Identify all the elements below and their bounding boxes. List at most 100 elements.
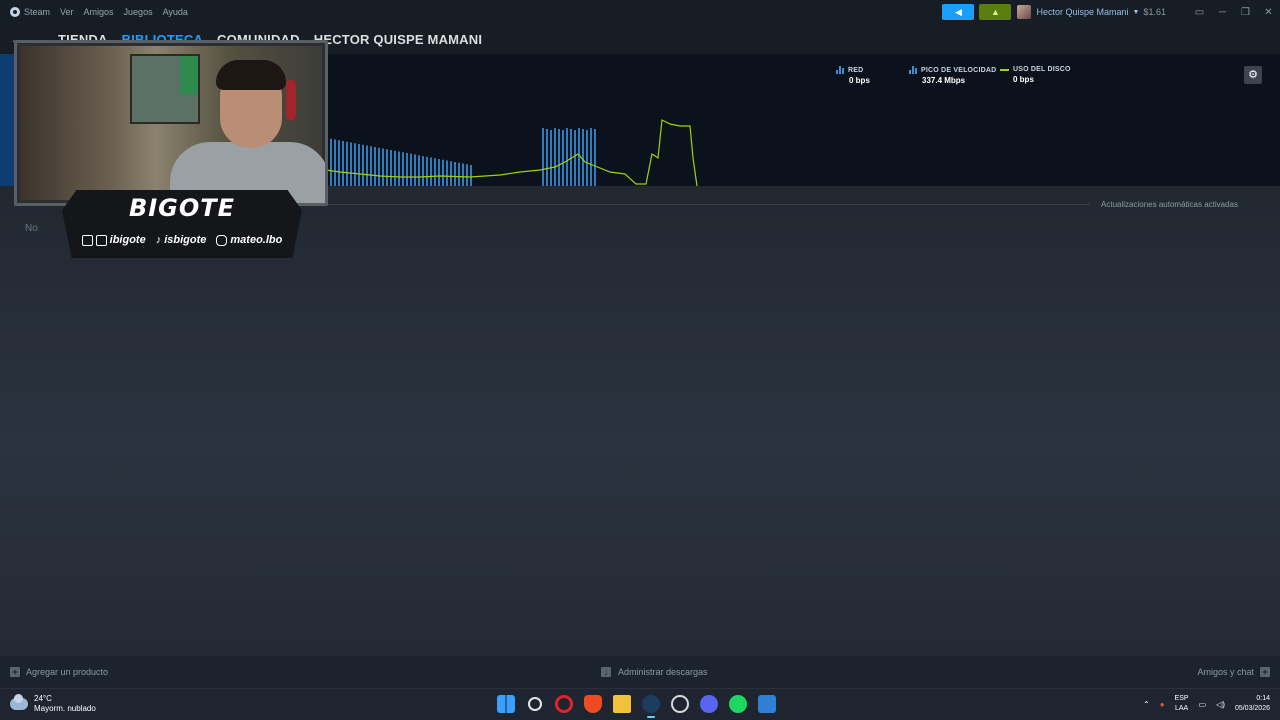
legend-red-label: RED xyxy=(848,66,864,74)
social-instagram: mateo.lbo xyxy=(230,234,283,246)
friends-chat-label: Amigos y chat xyxy=(1197,667,1254,677)
volume-icon[interactable]: ◁) xyxy=(1216,700,1225,709)
network-bar xyxy=(590,128,592,186)
cloud-icon xyxy=(10,694,28,710)
bell-icon: ▲ xyxy=(991,7,1000,17)
start-icon[interactable] xyxy=(497,695,515,713)
network-bar xyxy=(470,165,472,186)
social-tiktok: isbigote xyxy=(164,234,207,246)
network-bar xyxy=(430,157,432,186)
network-bar xyxy=(342,141,344,186)
editor-icon[interactable] xyxy=(758,695,776,713)
network-bar xyxy=(382,148,384,186)
taskbar-apps xyxy=(497,695,776,718)
network-bar xyxy=(558,129,560,186)
brave-icon[interactable] xyxy=(584,695,602,713)
megaphone-icon: ◀ xyxy=(955,6,962,17)
legend-red-value: 0 bps xyxy=(849,76,870,85)
network-bar xyxy=(338,140,340,186)
network-bar xyxy=(586,130,588,186)
network-bar xyxy=(354,143,356,186)
legend-peak-label: PICO DE VELOCIDAD xyxy=(921,66,997,74)
network-bar xyxy=(410,153,412,186)
network-bar xyxy=(370,146,372,186)
lang-bottom: LAA xyxy=(1174,705,1189,712)
menu-juegos[interactable]: Juegos xyxy=(124,7,153,17)
network-bar xyxy=(350,142,352,186)
network-bar xyxy=(434,158,436,186)
legend-red: RED 0 bps xyxy=(836,66,870,85)
network-bar xyxy=(418,155,420,186)
auto-updates-status[interactable]: Actualizaciones automáticas activadas xyxy=(1101,200,1238,209)
folder-icon[interactable] xyxy=(613,695,631,713)
network-bar xyxy=(578,128,580,186)
weather-desc: Mayorm. nublado xyxy=(34,704,96,713)
tab-profile[interactable]: HECTOR QUISPE MAMANI xyxy=(314,32,482,47)
clock[interactable]: 0:14 05/03/2026 xyxy=(1235,694,1270,714)
menu-steam[interactable]: Steam xyxy=(10,7,50,17)
webcam-frame xyxy=(14,40,328,206)
gear-icon[interactable]: ⚙ xyxy=(1244,66,1262,84)
minimize-icon[interactable]: ─ xyxy=(1211,7,1234,18)
network-icon[interactable]: ▭ xyxy=(1199,700,1207,709)
clock-time: 0:14 xyxy=(1256,695,1270,702)
steam-icon[interactable] xyxy=(642,695,660,718)
webcam-person-hair xyxy=(216,60,286,90)
network-bar xyxy=(330,138,332,186)
account-name[interactable]: Hector Quispe Mamani xyxy=(1036,7,1128,17)
download-icon: ↓ xyxy=(601,667,611,677)
network-bar xyxy=(402,152,404,186)
avatar[interactable] xyxy=(1017,5,1032,19)
chat-icon: + xyxy=(1260,667,1270,677)
maximize-icon[interactable]: ❐ xyxy=(1234,7,1257,18)
search-icon[interactable] xyxy=(528,697,542,711)
obs-icon[interactable] xyxy=(671,695,689,713)
network-bar xyxy=(454,162,456,186)
twitch-icon xyxy=(81,234,93,246)
legend-peak-value: 337.4 Mbps xyxy=(922,76,966,85)
network-bar xyxy=(442,159,444,186)
line-icon xyxy=(1000,68,1009,71)
system-tray: ⌃ ● ESP LAA ▭ ◁) 0:14 05/03/2026 xyxy=(1143,694,1270,714)
legend-disk-value: 0 bps xyxy=(1013,75,1034,84)
add-product-button[interactable]: + Agregar un producto xyxy=(10,667,108,677)
plus-icon: + xyxy=(10,667,20,677)
network-bar xyxy=(422,156,424,186)
network-bar xyxy=(542,128,544,186)
tiktok-icon: ♪ xyxy=(155,234,162,246)
network-bar xyxy=(334,139,336,186)
opera-icon[interactable] xyxy=(555,695,573,713)
network-bar xyxy=(378,147,380,186)
weather-widget[interactable]: 24°C Mayorm. nublado xyxy=(10,694,96,714)
manage-downloads-button[interactable]: ↓ Administrar descargas xyxy=(601,667,708,677)
legend-disk: USO DEL DISCO 0 bps xyxy=(1000,66,1071,84)
menu-ayuda[interactable]: Ayuda xyxy=(163,7,188,17)
language-indicator[interactable]: ESP LAA xyxy=(1175,694,1189,714)
menu-ver[interactable]: Ver xyxy=(60,7,74,17)
network-bar xyxy=(386,149,388,186)
webcam-overlay: BIGOTE ibigote ♪ isbigote mateo.lbo xyxy=(14,40,328,258)
chevron-down-icon[interactable]: ▼ xyxy=(1133,9,1140,16)
social-twitch-kick: ibigote xyxy=(109,234,146,246)
account-area: ◀ ▲ Hector Quispe Mamani ▼ $1.61 ▭ ─ ❐ ✕ xyxy=(942,0,1280,24)
kick-icon xyxy=(95,234,107,246)
network-bar xyxy=(566,128,568,186)
chevron-up-icon[interactable]: ⌃ xyxy=(1143,700,1150,709)
network-bar xyxy=(366,145,368,186)
network-bar xyxy=(426,156,428,186)
spotify-icon[interactable] xyxy=(729,695,747,713)
big-picture-icon[interactable]: ▭ xyxy=(1188,7,1211,18)
manage-downloads-label: Administrar descargas xyxy=(618,667,708,677)
network-bar xyxy=(346,141,348,186)
announcements-button[interactable]: ◀ xyxy=(942,4,975,20)
network-bar xyxy=(554,128,556,186)
network-bar xyxy=(414,154,416,186)
discord-icon[interactable] xyxy=(700,695,718,713)
close-icon[interactable]: ✕ xyxy=(1257,7,1280,18)
network-bar xyxy=(374,147,376,186)
notifications-button[interactable]: ▲ xyxy=(979,4,1012,20)
menu-amigos[interactable]: Amigos xyxy=(84,7,114,17)
friends-chat-button[interactable]: Amigos y chat + xyxy=(1197,667,1270,677)
brand-logo-text: BIGOTE xyxy=(128,194,236,222)
microphone-icon[interactable]: ● xyxy=(1160,700,1165,709)
